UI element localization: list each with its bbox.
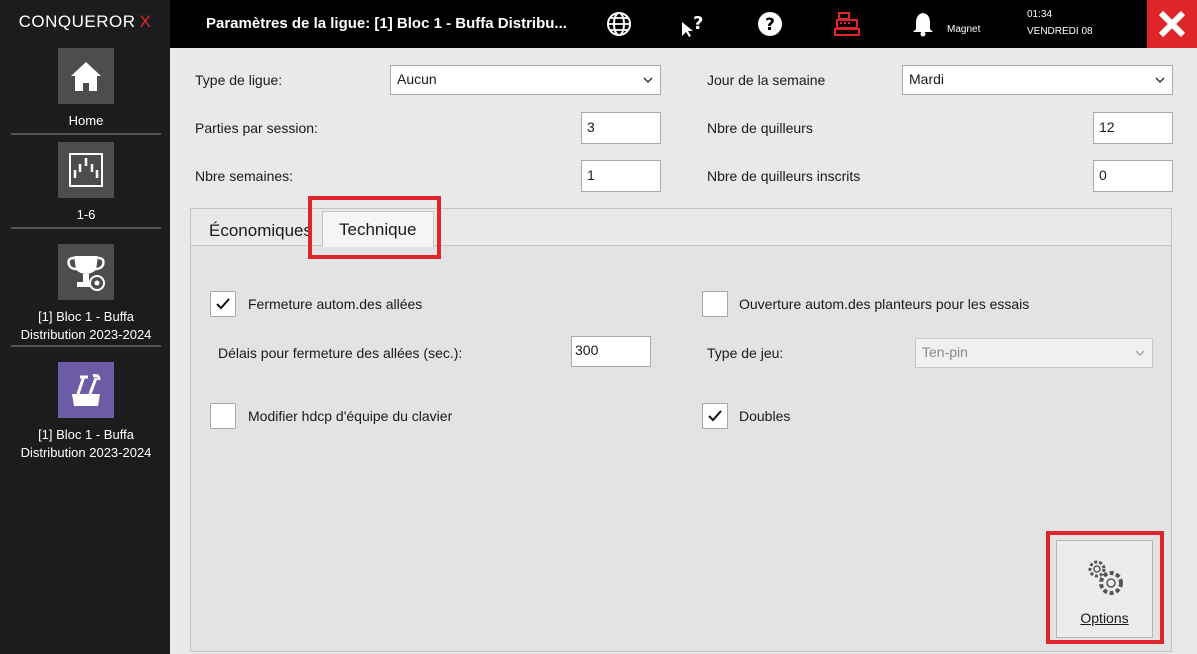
bell-icon[interactable] [909, 10, 937, 38]
options-button[interactable]: Options [1056, 540, 1153, 638]
chevron-down-icon [1135, 350, 1145, 357]
nbre-quilleurs-field[interactable]: 12 [1093, 112, 1173, 144]
close-button[interactable] [1147, 0, 1197, 48]
modifier-hdcp-checkbox[interactable] [210, 403, 236, 429]
tab-economiques[interactable]: Économiques [201, 217, 320, 247]
tab-technique[interactable]: Technique [322, 211, 434, 247]
ouverture-checkbox[interactable] [702, 291, 728, 317]
magnet-label: Magnet [947, 24, 981, 35]
options-label: Options [1080, 610, 1129, 626]
doubles-label: Doubles [739, 408, 791, 424]
sidebar: CONQUEROR X Home 1-6 [1] Bloc 1 - Buffa D… [0, 0, 170, 654]
sidebar-item-league-settings[interactable]: [1] Bloc 1 - Buffa Distribution 2023-202… [11, 362, 161, 465]
tab-strip: Économiques Technique [191, 209, 1171, 247]
league-settings-form: Type de ligue: Aucun Jour de la semaine … [170, 48, 1197, 654]
cash-register-icon[interactable] [833, 10, 861, 38]
check-icon [216, 298, 230, 310]
delais-field[interactable]: 300 [571, 336, 651, 367]
sidebar-item-label: Home [68, 113, 104, 128]
sidebar-item-league[interactable]: [1] Bloc 1 - Buffa Distribution 2023-202… [11, 244, 161, 347]
type-jeu-value: Ten-pin [922, 344, 968, 360]
jour-semaine-value: Mardi [909, 71, 945, 87]
type-jeu-select: Ten-pin [915, 338, 1153, 368]
type-ligue-value: Aucun [397, 71, 437, 87]
clock-date: VENDREDI 08 [1027, 26, 1093, 37]
nbre-quilleurs-label: Nbre de quilleurs [707, 120, 813, 136]
sidebar-item-label: [1] Bloc 1 - Buffa Distribution 2023-202… [20, 309, 152, 342]
page-title: Paramètres de la ligue: [1] Bloc 1 - Buf… [206, 15, 567, 32]
nbre-semaines-label: Nbre semaines: [195, 168, 294, 184]
fermeture-label: Fermeture autom.des allées [248, 296, 423, 312]
delais-label: Délais pour fermeture des allées (sec.): [218, 345, 463, 361]
gears-icon [1088, 560, 1123, 595]
type-ligue-label: Type de ligue: [195, 72, 283, 88]
app-logo: CONQUEROR X [0, 0, 170, 44]
doubles-checkbox[interactable] [702, 403, 728, 429]
pointer-help-icon[interactable]: ? [679, 10, 707, 38]
nbre-inscrits-label: Nbre de quilleurs inscrits [707, 168, 861, 184]
help-icon[interactable]: ? [756, 10, 784, 38]
tab-panel: Économiques Technique Fermeture autom.de… [190, 208, 1172, 652]
chevron-down-icon [1155, 77, 1165, 84]
svg-text:?: ? [765, 15, 775, 35]
sidebar-item-lanes[interactable]: 1-6 [11, 142, 161, 229]
lanes-icon [58, 142, 114, 198]
jour-semaine-label: Jour de la semaine [707, 72, 826, 88]
trophy-gear-icon [58, 244, 114, 300]
brand-name: CONQUEROR [18, 12, 136, 31]
check-icon [708, 410, 722, 422]
type-jeu-label: Type de jeu: [707, 345, 784, 361]
clock-time: 01:34 [1027, 9, 1053, 20]
globe-icon[interactable] [605, 10, 633, 38]
home-icon [58, 48, 114, 104]
tools-box-icon [58, 362, 114, 418]
svg-text:?: ? [693, 13, 703, 34]
sidebar-item-label: 1-6 [76, 207, 96, 222]
modifier-hdcp-label: Modifier hdcp d'équipe du clavier [248, 408, 453, 424]
sidebar-item-label: [1] Bloc 1 - Buffa Distribution 2023-202… [20, 427, 152, 460]
ouverture-label: Ouverture autom.des planteurs pour les e… [739, 296, 1030, 312]
brand-accent: X [139, 12, 152, 31]
close-icon [1158, 10, 1186, 38]
parties-session-field[interactable]: 3 [581, 112, 661, 144]
type-ligue-select[interactable]: Aucun [390, 65, 661, 95]
chevron-down-icon [643, 77, 653, 84]
jour-semaine-select[interactable]: Mardi [902, 65, 1173, 95]
fermeture-checkbox[interactable] [210, 291, 236, 317]
parties-session-label: Parties par session: [195, 120, 318, 136]
top-bar: Paramètres de la ligue: [1] Bloc 1 - Buf… [170, 0, 1197, 48]
nbre-inscrits-field[interactable]: 0 [1093, 160, 1173, 192]
nbre-semaines-field[interactable]: 1 [581, 160, 661, 192]
sidebar-item-home[interactable]: Home [11, 48, 161, 135]
